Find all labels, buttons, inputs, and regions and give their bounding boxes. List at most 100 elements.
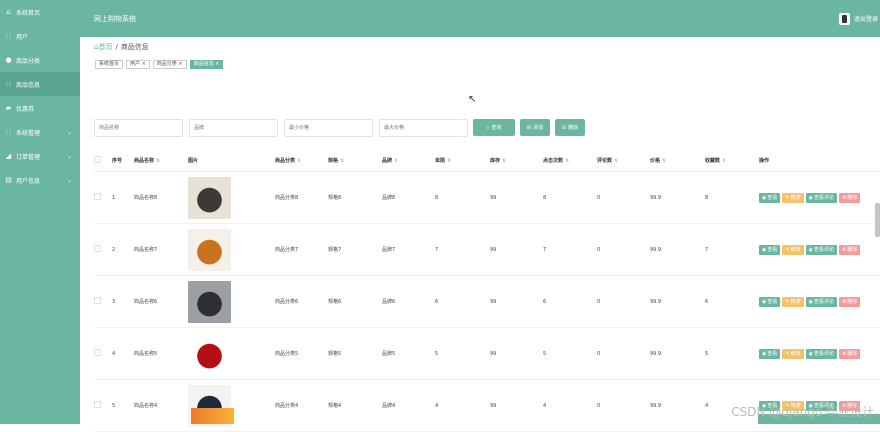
sidebar-item-0[interactable]: ⌂ 系统首页: [0, 0, 80, 24]
top-bar: 网上购物系统 退出登录: [80, 0, 880, 37]
edit-button[interactable]: ✎ 修改: [782, 244, 804, 255]
sort-icon[interactable]: ⇅: [565, 158, 569, 164]
row-checkbox[interactable]: [94, 193, 101, 200]
partial-product-image: [191, 408, 234, 424]
chevron-down-icon: ⌄: [66, 176, 72, 184]
sort-icon[interactable]: ⇅: [447, 158, 451, 164]
batch-delete-button[interactable]: ⊟ 删除: [555, 119, 585, 136]
column-header[interactable]: 单限 ⇅: [435, 157, 490, 164]
sort-icon[interactable]: ⇅: [394, 158, 398, 164]
cell-stock: 99: [490, 298, 497, 305]
sort-icon[interactable]: ⇅: [722, 158, 726, 164]
view-button[interactable]: ◉ 查看: [759, 244, 781, 255]
min-price-input[interactable]: [284, 119, 373, 137]
sidebar-item-1[interactable]: ∷ 用户: [0, 24, 80, 48]
logout-button[interactable]: 退出登录: [838, 12, 880, 25]
sidebar-item-5[interactable]: ∷ 系统管理 ⌄: [0, 120, 80, 144]
column-header[interactable]: 图片: [188, 157, 275, 164]
tag-product[interactable]: 商品信息 ×: [189, 60, 224, 69]
delete-button[interactable]: ⊗ 删除: [839, 348, 861, 359]
card-icon: ▤: [5, 176, 12, 184]
cell-price: 99.9: [650, 402, 662, 409]
cell-stock: 99: [490, 350, 497, 357]
delete-button[interactable]: ⊗ 删除: [839, 296, 861, 307]
column-header[interactable]: 价格 ⇅: [650, 157, 705, 164]
delete-button[interactable]: ⊗ 删除: [839, 244, 861, 255]
row-checkbox[interactable]: [94, 297, 101, 304]
search-button[interactable]: ⌕ 查询: [473, 119, 515, 136]
brand-input[interactable]: [189, 119, 278, 137]
tag-category[interactable]: 商品分类 ×: [152, 60, 187, 69]
column-header[interactable]: 收藏数 ⇅: [705, 157, 759, 164]
row-checkbox[interactable]: [94, 349, 101, 356]
cell-category: 商品分类8: [275, 195, 299, 201]
table-row[interactable]: 3 商品名称6 商品分类6 规格6 品牌6 6 99 6 0 99.9 6 ◉ 查看 ✎ 修改 ◉ 查看评论 ⊗ 删…: [94, 276, 880, 328]
cell-spec: 规格7: [328, 247, 342, 253]
tag-user[interactable]: 用户 ×: [126, 60, 150, 69]
table-row[interactable]: 1 商品名称8 商品分类8 规格8 品牌8 8 99 8 0 99.9 8 ◉ 查看 ✎ 修改 ◉ 查看评论 ⊗ 删…: [94, 172, 880, 224]
edit-icon: ✎: [785, 194, 790, 201]
sort-icon[interactable]: ⇅: [502, 158, 506, 164]
cell-brand: 品牌8: [382, 195, 396, 201]
max-price-input[interactable]: [379, 119, 468, 137]
column-header[interactable]: 操作: [759, 157, 880, 164]
tab-tags: 系统首页 用户 × 商品分类 × 商品信息 ×: [95, 60, 224, 69]
view-button[interactable]: ◉ 查看: [759, 348, 781, 359]
grid-icon: ∷: [6, 32, 11, 40]
fried-chicken-image: [188, 228, 231, 271]
column-header[interactable]: 商品名称 ⇅: [134, 157, 188, 164]
cell-idx: 1: [112, 194, 116, 201]
cell-fav: 5: [705, 350, 709, 357]
delete-icon: ⊗: [842, 246, 847, 253]
sidebar-item-2[interactable]: ● 商品分类: [0, 48, 80, 72]
cell-idx: 4: [112, 350, 116, 357]
view-comments-button[interactable]: ◉ 查看评论: [805, 244, 837, 255]
column-header[interactable]: 序号: [112, 157, 134, 164]
table-row[interactable]: 2 商品名称7 商品分类7 规格7 品牌7 7 99 7 0 99.9 7 ◉ 查看 ✎ 修改 ◉ 查看评论 ⊗ 删…: [94, 224, 880, 276]
select-all-checkbox[interactable]: [94, 156, 101, 163]
sidebar: ⌂ 系统首页 ∷ 用户 ● 商品分类 ∷ 商品信息 ▰ 优惠券 ∷ 系统管理 ⌄ ◢ 订单管理 ⌄ ▤ 用户信息 ⌄: [0, 0, 80, 424]
edit-button[interactable]: ✎ 修改: [782, 348, 804, 359]
column-header[interactable]: 规格 ⇅: [328, 157, 382, 164]
sort-icon[interactable]: ⇅: [340, 158, 344, 164]
view-comments-button[interactable]: ◉ 查看评论: [805, 348, 837, 359]
sort-icon[interactable]: ⇅: [297, 158, 301, 164]
delete-button[interactable]: ⊗ 删除: [839, 192, 861, 203]
sidebar-item-4[interactable]: ▰ 优惠券: [0, 96, 80, 120]
sidebar-item-label: 订单管理: [16, 153, 41, 161]
view-button[interactable]: ◉ 查看: [759, 192, 781, 203]
column-header[interactable]: 品牌 ⇅: [382, 157, 435, 164]
cell-brand: 品牌4: [382, 403, 396, 409]
column-header[interactable]: 商品分类 ⇅: [275, 157, 328, 164]
column-header[interactable]: 点击次数 ⇅: [543, 157, 597, 164]
sort-icon[interactable]: ⇅: [662, 158, 666, 164]
row-checkbox[interactable]: [94, 401, 101, 408]
breadcrumb: ⌂首页 / 商品信息: [94, 42, 149, 52]
tag-home[interactable]: 系统首页: [95, 60, 124, 69]
sort-icon[interactable]: ⇅: [614, 158, 618, 164]
add-button[interactable]: ⊞ 添加: [520, 119, 550, 136]
sidebar-item-7[interactable]: ▤ 用户信息 ⌄: [0, 168, 80, 192]
sidebar-item-3[interactable]: ∷ 商品信息: [0, 72, 80, 96]
table-row[interactable]: 4 商品名称5 商品分类5 规格5 品牌5 5 99 5 0 99.9 5 ◉ 查看 ✎ 修改 ◉ 查看评论 ⊗ 删…: [94, 328, 880, 380]
sidebar-item-6[interactable]: ◢ 订单管理 ⌄: [0, 144, 80, 168]
view-comments-button[interactable]: ◉ 查看评论: [805, 192, 837, 203]
eye-icon: ◉: [762, 350, 767, 357]
scrollbar-thumb[interactable]: [875, 203, 880, 237]
column-header[interactable]: 评论数 ⇅: [597, 157, 650, 164]
cell-clicks: 7: [543, 246, 547, 253]
sort-icon[interactable]: ⇅: [156, 158, 160, 164]
cell-name: 商品名称7: [134, 247, 158, 253]
breadcrumb-home[interactable]: ⌂首页: [94, 42, 112, 52]
view-button[interactable]: ◉ 查看: [759, 296, 781, 307]
edit-button[interactable]: ✎ 修改: [782, 296, 804, 307]
product-name-input[interactable]: [94, 119, 183, 137]
cell-limit: 6: [435, 298, 439, 305]
cell-clicks: 5: [543, 350, 547, 357]
row-checkbox[interactable]: [94, 245, 101, 252]
cell-fav: 6: [705, 298, 709, 305]
cell-spec: 规格4: [328, 403, 342, 409]
edit-button[interactable]: ✎ 修改: [782, 192, 804, 203]
view-comments-button[interactable]: ◉ 查看评论: [805, 296, 837, 307]
column-header[interactable]: 库存 ⇅: [490, 157, 543, 164]
